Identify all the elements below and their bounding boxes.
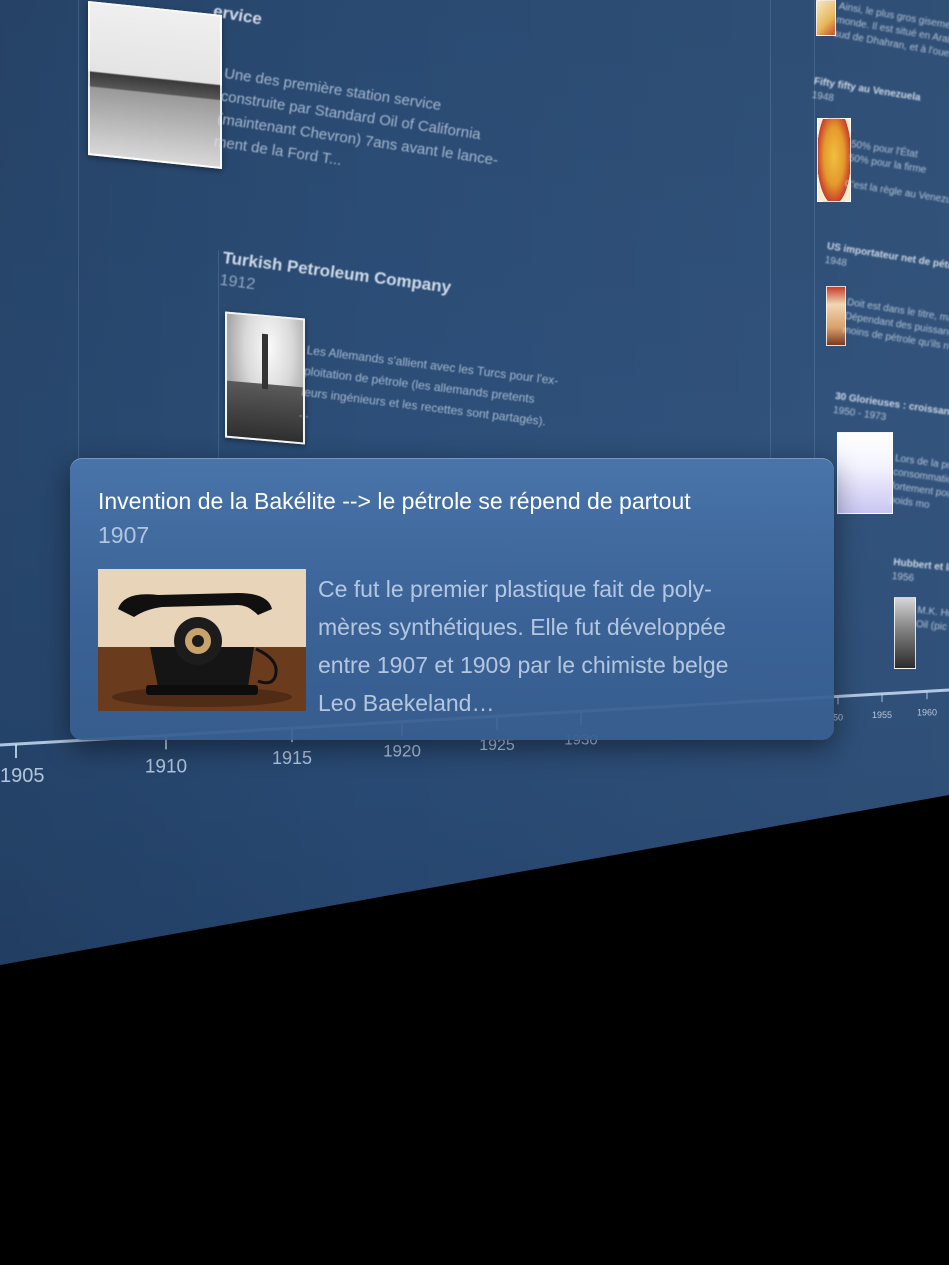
- axis-tick-label: 1955: [872, 710, 892, 720]
- popover-text-line: Ce fut le premier plastique fait de poly…: [318, 576, 712, 602]
- axis-tick-label: 1920: [383, 742, 421, 761]
- event-popover[interactable]: Invention de la Bakélite --> le pétrole …: [70, 458, 834, 740]
- axis-tick-label: 50: [833, 712, 843, 722]
- axis-tick-label: 1905: [0, 765, 45, 787]
- popover-year: 1907: [98, 522, 150, 548]
- popover-text-line: entre 1907 et 1909 par le chimiste belge: [318, 652, 729, 678]
- timeline-view[interactable]: ervice Une des première station service …: [0, 0, 949, 1265]
- popover-description: Ce fut le premier plastique fait de poly…: [318, 570, 818, 722]
- axis-tick-label: 1910: [145, 756, 187, 777]
- axis-tick-label: 1915: [272, 748, 312, 768]
- popover-title: Invention de la Bakélite --> le pétrole …: [98, 488, 691, 514]
- telephone-photo[interactable]: [98, 569, 306, 711]
- popover-text-line: mères synthétiques. Elle fut développée: [318, 614, 726, 640]
- popover-text-line: Leo Baekeland…: [318, 690, 495, 716]
- axis-tick-label: 1960: [917, 707, 937, 717]
- rotary-telephone-icon: [98, 569, 306, 711]
